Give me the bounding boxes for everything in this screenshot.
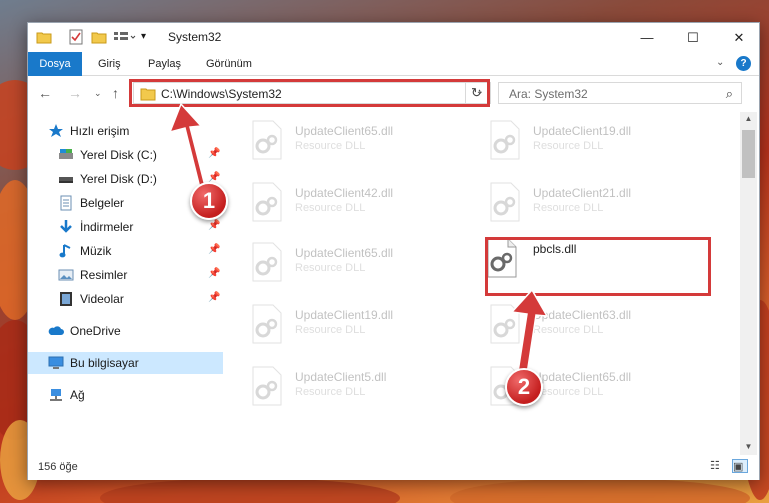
step-2-badge: 2: [505, 368, 543, 406]
step-1-badge: 1: [190, 182, 228, 220]
arrow-to-address-bar: [168, 102, 549, 375]
